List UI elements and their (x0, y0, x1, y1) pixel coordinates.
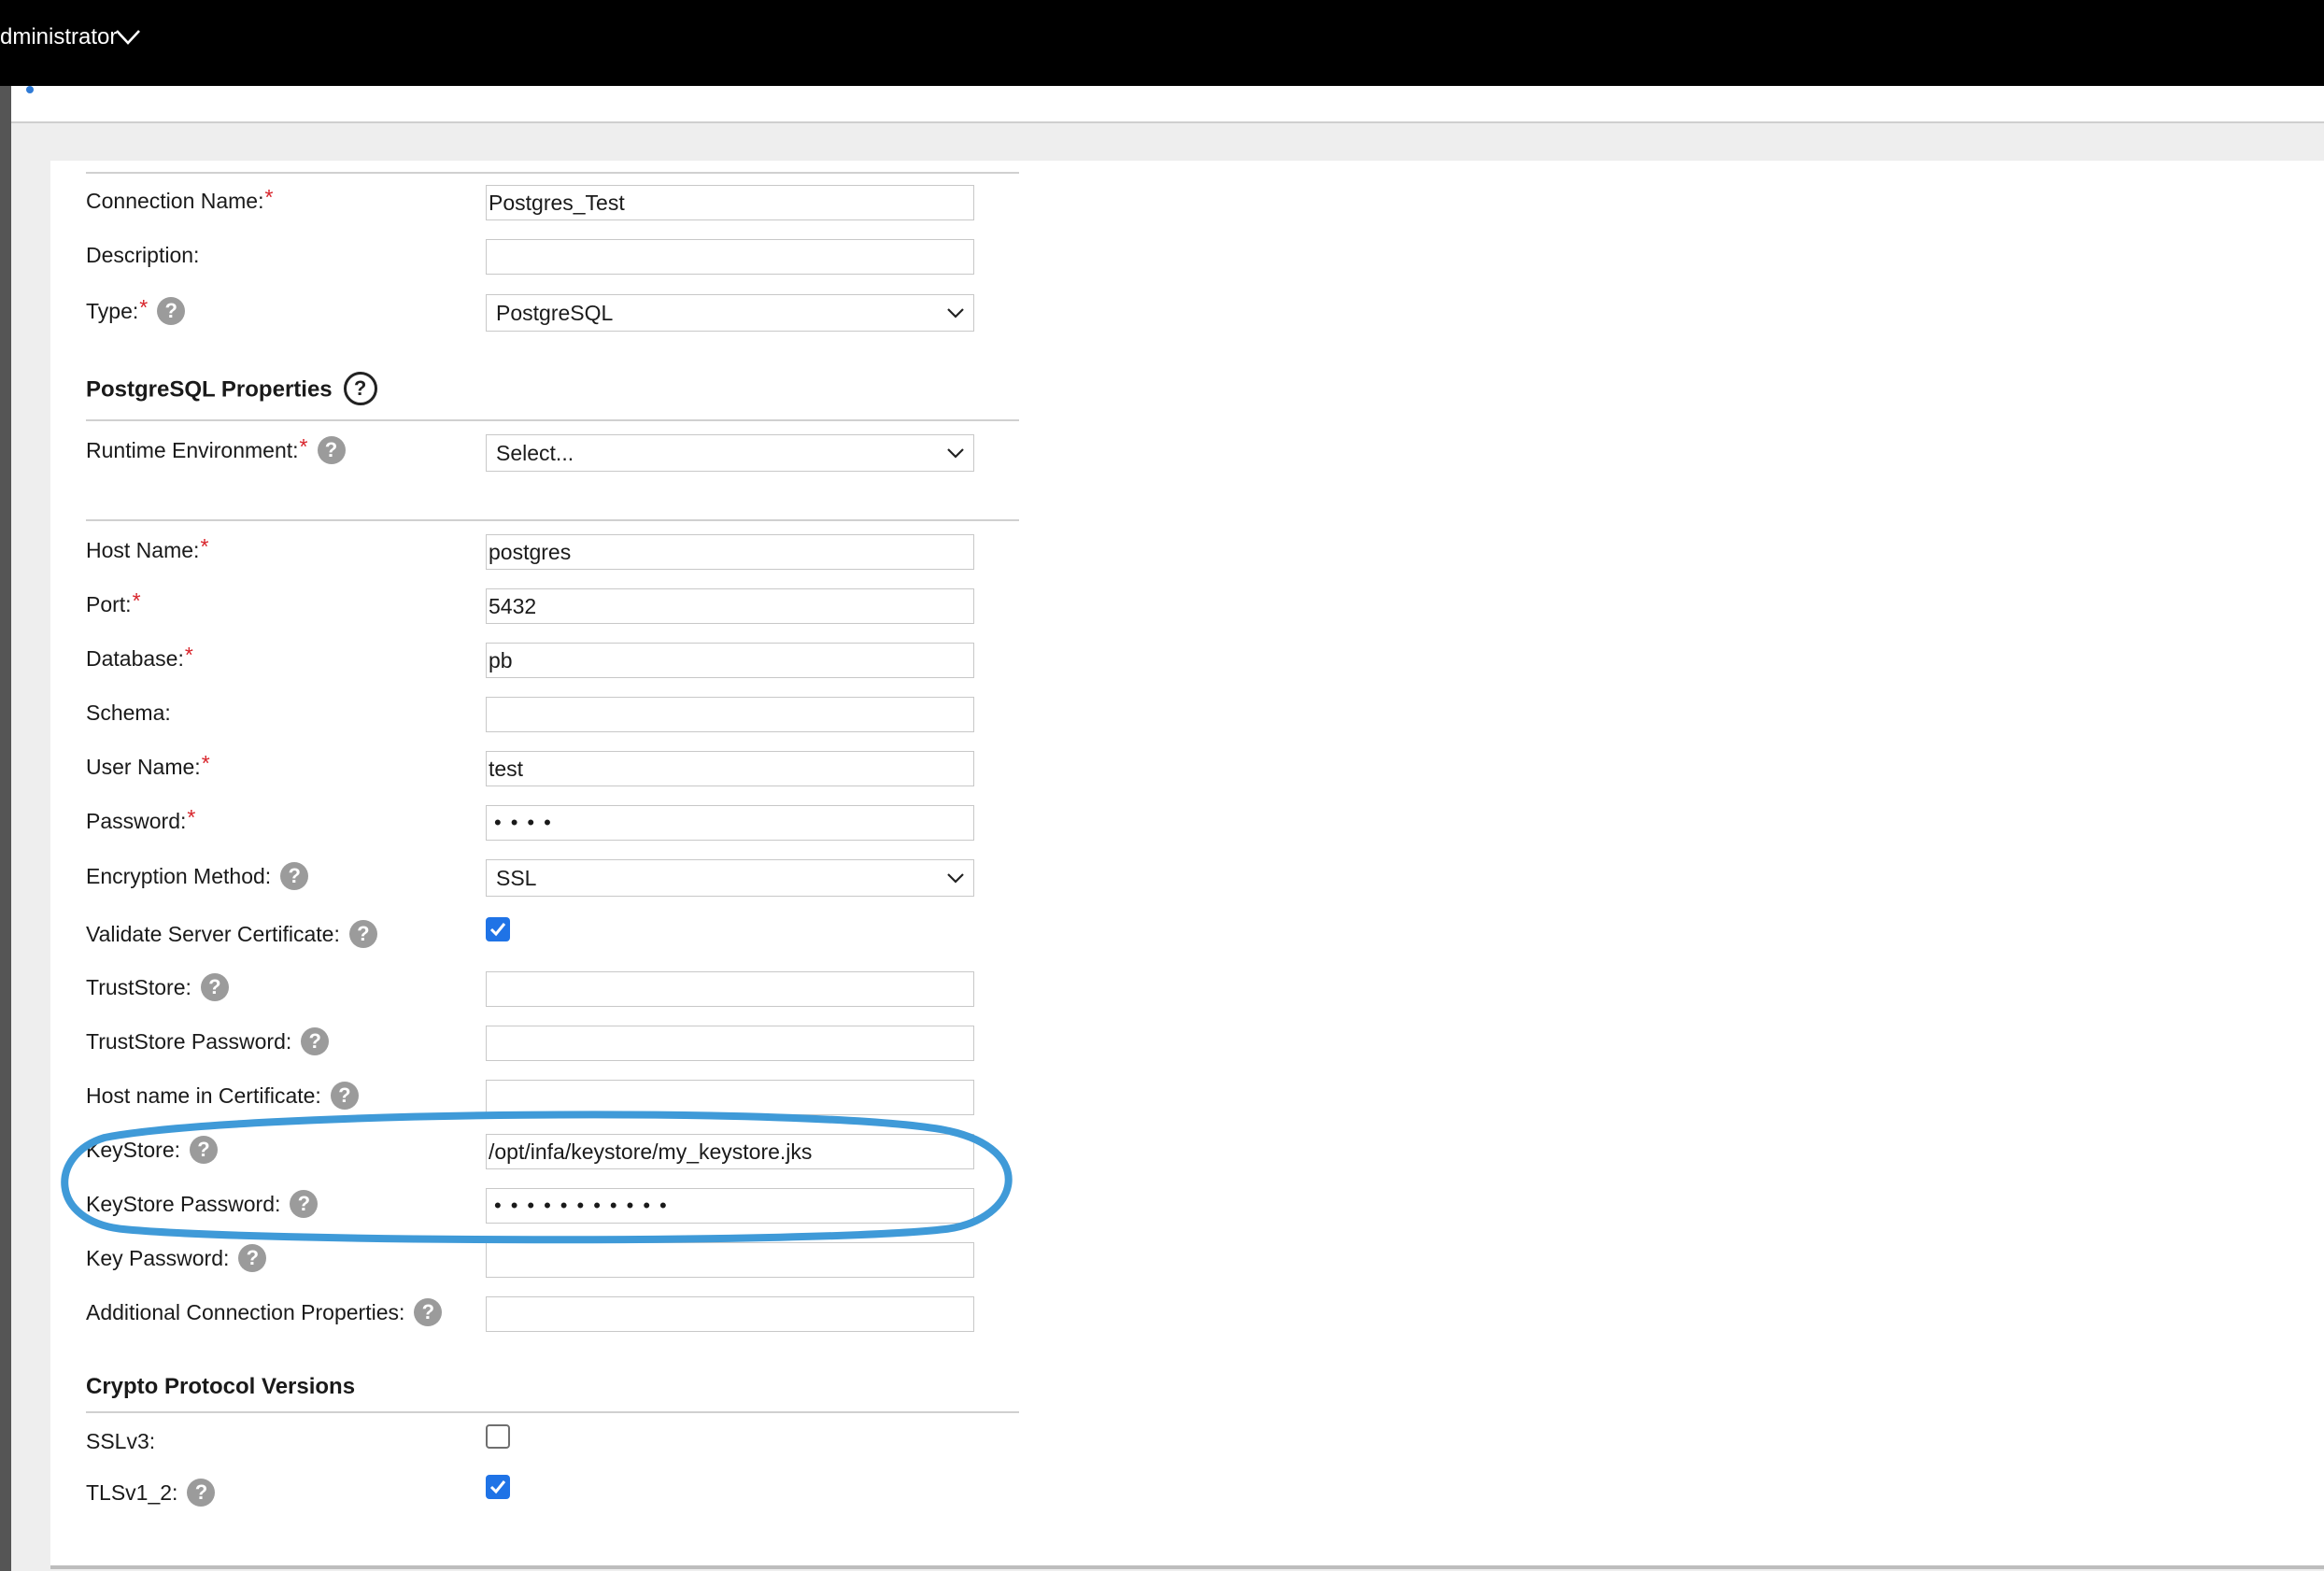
sslv3-checkbox[interactable] (486, 1424, 510, 1449)
checkmark-icon (489, 923, 506, 937)
password-label: Password:* (86, 805, 196, 833)
truststore-input[interactable] (486, 971, 974, 1007)
help-circle-icon[interactable]: ? (343, 372, 377, 405)
divider (86, 419, 1019, 421)
help-icon[interactable]: ? (238, 1243, 267, 1272)
help-icon[interactable]: ? (157, 296, 186, 325)
divider (86, 1411, 1019, 1413)
type-select[interactable]: PostgreSQL (486, 294, 974, 332)
tlsv1-2-label: TLSv1_2:? (86, 1478, 216, 1508)
validate-server-certificate-checkbox[interactable] (486, 917, 510, 941)
host-name-input[interactable] (486, 534, 974, 570)
truststore-label: TrustStore:? (86, 972, 229, 1003)
help-icon[interactable]: ? (280, 861, 309, 890)
host-name-in-certificate-input[interactable] (486, 1080, 974, 1115)
highlight-annotation-ellipse (61, 1111, 1013, 1244)
user-menu-label[interactable]: dministrator (0, 24, 117, 50)
database-input[interactable] (486, 643, 974, 678)
password-input[interactable] (486, 805, 974, 841)
divider (86, 519, 1019, 521)
help-icon[interactable]: ? (414, 1297, 443, 1326)
host-name-in-certificate-label: Host name in Certificate:? (86, 1081, 359, 1111)
host-name-label: Host Name:* (86, 534, 209, 562)
crypto-protocol-versions-heading: Crypto Protocol Versions (86, 1374, 356, 1399)
help-icon[interactable]: ? (301, 1026, 330, 1055)
help-icon[interactable]: ? (317, 435, 346, 464)
connection-name-input[interactable] (486, 185, 974, 220)
description-label: Description: (86, 243, 200, 267)
schema-label: Schema: (86, 701, 171, 725)
help-icon[interactable]: ? (200, 972, 229, 1001)
left-edge-bar (0, 86, 11, 1571)
type-select-value: PostgreSQL (496, 301, 614, 325)
sslv3-label: SSLv3: (86, 1429, 156, 1453)
chevron-down-icon (947, 873, 964, 884)
tab-strip (11, 86, 2324, 123)
top-bar: dministrator (0, 0, 2324, 86)
chevron-down-icon (947, 448, 964, 459)
help-icon[interactable]: ? (187, 1478, 216, 1507)
truststore-password-input[interactable] (486, 1026, 974, 1061)
additional-connection-properties-label: Additional Connection Properties:? (86, 1297, 443, 1328)
active-tab-indicator (26, 86, 34, 93)
checkmark-icon (489, 1480, 506, 1494)
encryption-method-label: Encryption Method:? (86, 861, 309, 892)
chevron-down-icon (947, 308, 964, 318)
user-name-input[interactable] (486, 751, 974, 786)
help-icon[interactable]: ? (348, 919, 377, 948)
runtime-environment-select[interactable]: Select... (486, 434, 974, 472)
tlsv1-2-checkbox[interactable] (486, 1475, 510, 1499)
type-label: Type:*? (86, 295, 186, 327)
validate-server-certificate-label: Validate Server Certificate:? (86, 919, 377, 950)
key-password-input[interactable] (486, 1242, 974, 1278)
chevron-down-icon[interactable] (114, 26, 142, 49)
description-input[interactable] (486, 239, 974, 275)
truststore-password-label: TrustStore Password:? (86, 1026, 330, 1057)
divider (86, 172, 1019, 174)
connection-form-panel (50, 161, 2324, 1567)
database-label: Database:* (86, 643, 193, 671)
help-icon[interactable]: ? (330, 1081, 359, 1110)
key-password-label: Key Password:? (86, 1243, 267, 1274)
runtime-environment-label: Runtime Environment:*? (86, 434, 346, 466)
port-input[interactable] (486, 588, 974, 624)
encryption-method-value: SSL (496, 866, 537, 890)
user-name-label: User Name:* (86, 751, 210, 779)
schema-input[interactable] (486, 697, 974, 732)
runtime-environment-value: Select... (496, 441, 574, 465)
port-label: Port:* (86, 588, 141, 616)
encryption-method-select[interactable]: SSL (486, 859, 974, 897)
postgresql-properties-heading: PostgreSQL Properties? (86, 372, 377, 407)
connection-name-label: Connection Name:* (86, 185, 274, 213)
panel-bottom-edge (50, 1565, 2324, 1569)
additional-connection-properties-input[interactable] (486, 1296, 974, 1332)
